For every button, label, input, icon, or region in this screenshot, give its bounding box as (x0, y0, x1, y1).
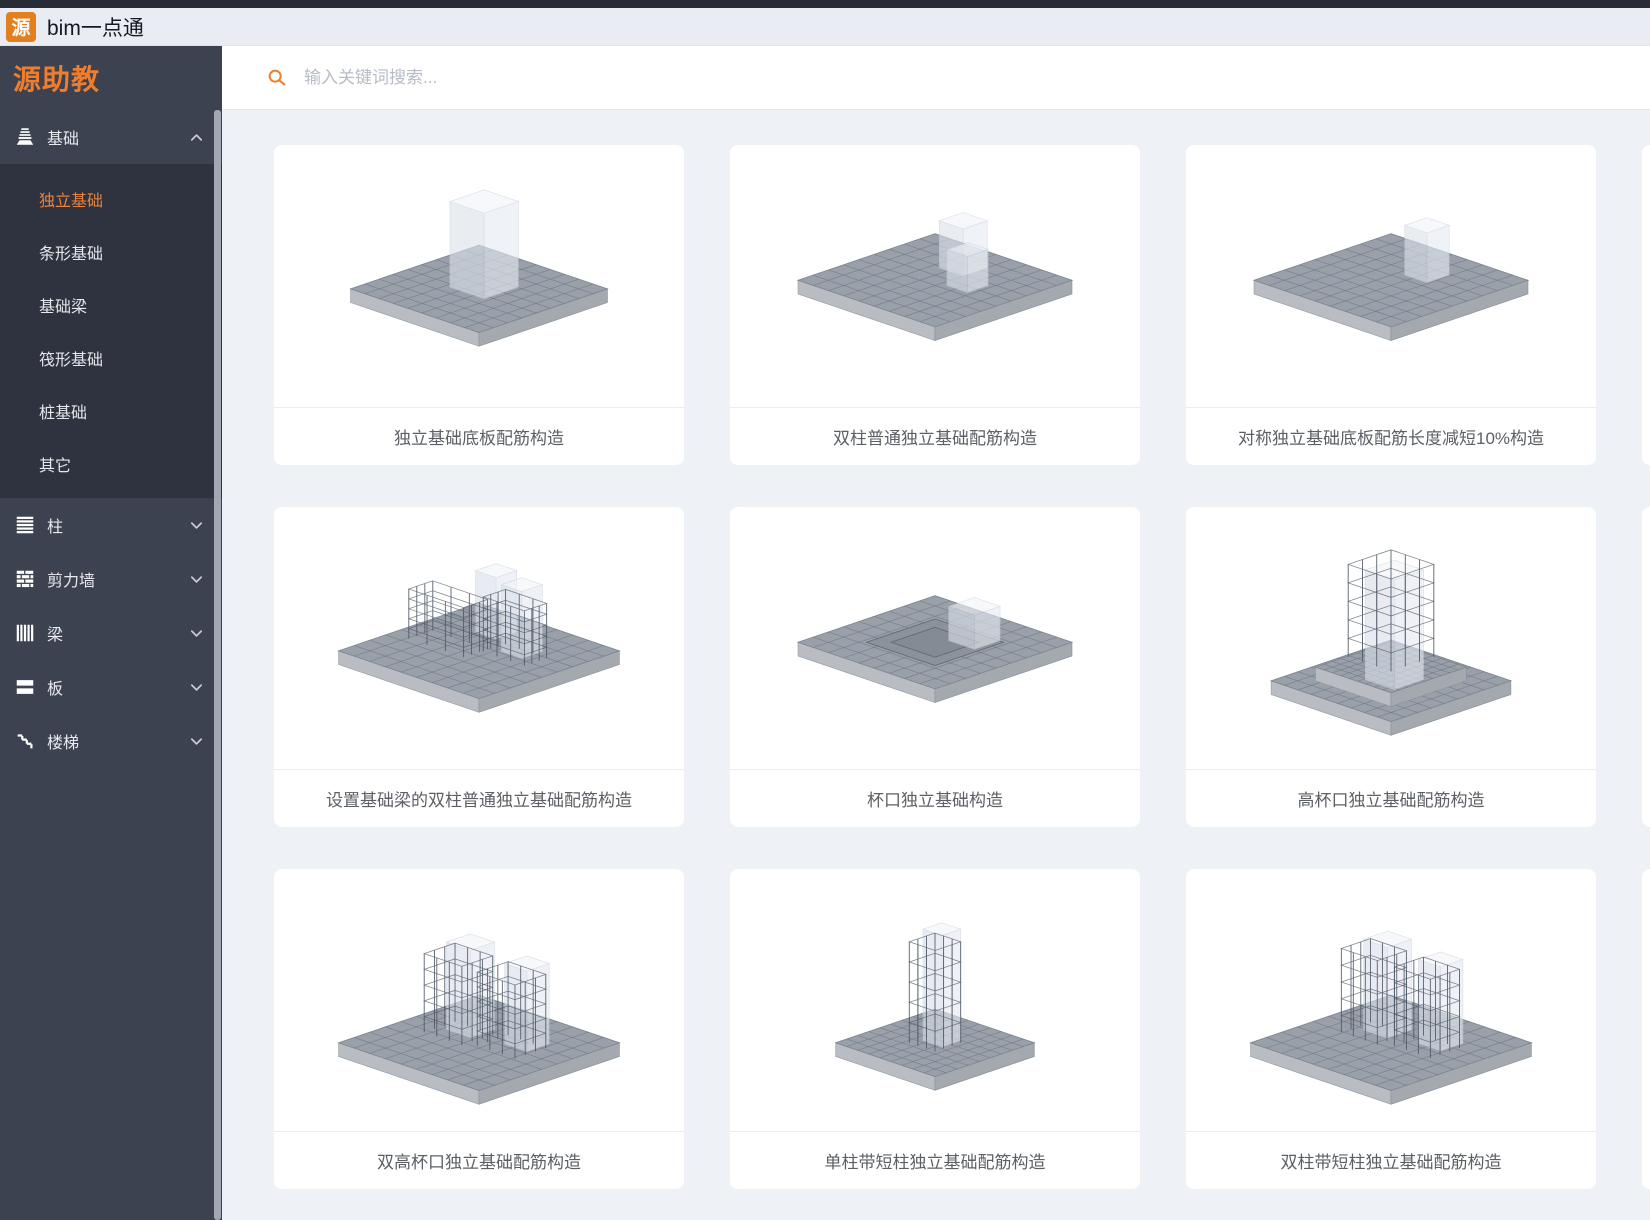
sidebar-subitem-label: 条形基础 (39, 240, 103, 264)
sidebar-scrollbar[interactable] (214, 110, 221, 1220)
card-thumbnail-stepped-tall-cage (1186, 507, 1596, 770)
model-card[interactable]: 独立基础底板配筋构造 (274, 145, 684, 465)
model-card-clipped[interactable] (1642, 507, 1650, 827)
slab-icon (14, 676, 36, 698)
sidebar-item-column[interactable]: 柱 (0, 498, 222, 552)
model-card[interactable]: 单柱带短柱独立基础配筋构造 (730, 869, 1140, 1189)
model-card-clipped[interactable] (1642, 145, 1650, 465)
card-caption: 独立基础底板配筋构造 (274, 408, 684, 465)
sidebar-subitem-label: 其它 (39, 452, 71, 476)
sidebar-subitem[interactable]: 其它 (0, 437, 222, 490)
card-thumbnail-slab-cup-recess (730, 507, 1140, 770)
sidebar-subitem-label: 筏形基础 (39, 346, 103, 370)
card-caption: 高杯口独立基础配筋构造 (1186, 770, 1596, 827)
sidebar-subitem-label: 桩基础 (39, 399, 87, 423)
chevron-up-icon[interactable] (189, 130, 204, 145)
shear-wall-icon (14, 568, 36, 590)
sidebar-item-stairs[interactable]: 楼梯 (0, 714, 222, 768)
model-card[interactable]: 双高杯口独立基础配筋构造 (274, 869, 684, 1189)
model-card[interactable]: 高杯口独立基础配筋构造 (1186, 507, 1596, 827)
card-thumbnail-slab-two-ghost-columns (730, 145, 1140, 408)
card-caption: 双柱普通独立基础配筋构造 (730, 408, 1140, 465)
sidebar-menu: 基础独立基础条形基础基础梁筏形基础桩基础其它柱剪力墙梁板楼梯 (0, 110, 222, 768)
search-icon (266, 67, 288, 89)
sidebar-item-label: 板 (47, 675, 189, 699)
card-caption: 杯口独立基础构造 (730, 770, 1140, 827)
sidebar-subitem-label: 基础梁 (39, 293, 87, 317)
card-caption: 单柱带短柱独立基础配筋构造 (730, 1132, 1140, 1189)
app-title: bim一点通 (47, 12, 144, 42)
window-top-strip (0, 0, 1650, 8)
app-header: 源 bim一点通 (0, 8, 1650, 46)
stairs-icon (14, 730, 36, 752)
sidebar-item-label: 剪力墙 (47, 567, 189, 591)
content-area: 独立基础底板配筋构造双柱普通独立基础配筋构造对称独立基础底板配筋长度减短10%构… (222, 110, 1650, 1220)
sidebar-subitem[interactable]: 桩基础 (0, 384, 222, 437)
model-card[interactable]: 设置基础梁的双柱普通独立基础配筋构造 (274, 507, 684, 827)
card-thumbnail-slab-one-ghost-column (1186, 145, 1596, 408)
model-card[interactable]: 双柱普通独立基础配筋构造 (730, 145, 1140, 465)
chevron-down-icon[interactable] (189, 626, 204, 641)
sidebar-item-label: 梁 (47, 621, 189, 645)
sidebar-submenu: 独立基础条形基础基础梁筏形基础桩基础其它 (0, 164, 222, 498)
chevron-down-icon[interactable] (189, 734, 204, 749)
card-caption: 双柱带短柱独立基础配筋构造 (1186, 1132, 1596, 1189)
model-card-clipped[interactable] (1642, 869, 1650, 1189)
foundation-icon (14, 126, 36, 148)
card-grid: 独立基础底板配筋构造双柱普通独立基础配筋构造对称独立基础底板配筋长度减短10%构… (274, 145, 1650, 1189)
card-thumbnail-slab-two-tall-cages (274, 869, 684, 1132)
search-input[interactable] (302, 67, 1006, 89)
chevron-down-icon[interactable] (189, 680, 204, 695)
card-caption: 对称独立基础底板配筋长度减短10%构造 (1186, 408, 1596, 465)
sidebar-subitem-active[interactable]: 独立基础 (0, 172, 222, 225)
sidebar-item-shear-wall[interactable]: 剪力墙 (0, 552, 222, 606)
sidebar-item-label: 基础 (47, 125, 189, 149)
card-thumbnail-slab-two-rebar-cages (274, 507, 684, 770)
model-card[interactable]: 杯口独立基础构造 (730, 507, 1140, 827)
card-thumbnail-slab-single-column-cage (730, 869, 1140, 1132)
app-logo: 源 (6, 12, 36, 42)
sidebar: 源助教 基础独立基础条形基础基础梁筏形基础桩基础其它柱剪力墙梁板楼梯 (0, 46, 222, 1220)
card-thumbnail-slab-tall-ghost-column (274, 145, 684, 408)
sidebar-item-label: 柱 (47, 513, 189, 537)
sidebar-subitem[interactable]: 基础梁 (0, 278, 222, 331)
sidebar-subitem[interactable]: 条形基础 (0, 225, 222, 278)
model-card[interactable]: 对称独立基础底板配筋长度减短10%构造 (1186, 145, 1596, 465)
sidebar-item-foundation[interactable]: 基础 (0, 110, 222, 164)
sidebar-item-beam[interactable]: 梁 (0, 606, 222, 660)
chevron-down-icon[interactable] (189, 572, 204, 587)
sidebar-item-slab[interactable]: 板 (0, 660, 222, 714)
beam-icon (14, 622, 36, 644)
model-card[interactable]: 双柱带短柱独立基础配筋构造 (1186, 869, 1596, 1189)
sidebar-item-label: 楼梯 (47, 729, 189, 753)
chevron-down-icon[interactable] (189, 518, 204, 533)
main-area: 独立基础底板配筋构造双柱普通独立基础配筋构造对称独立基础底板配筋长度减短10%构… (222, 46, 1650, 1220)
logo-glyph: 源 (11, 13, 30, 40)
brand-logo: 源助教 (0, 46, 222, 110)
sidebar-subitem[interactable]: 筏形基础 (0, 331, 222, 384)
column-icon (14, 514, 36, 536)
card-thumbnail-slab-two-column-cages (1186, 869, 1596, 1132)
card-caption: 设置基础梁的双柱普通独立基础配筋构造 (274, 770, 684, 827)
card-caption: 双高杯口独立基础配筋构造 (274, 1132, 684, 1189)
search-bar (222, 46, 1650, 110)
sidebar-subitem-label: 独立基础 (39, 187, 103, 211)
